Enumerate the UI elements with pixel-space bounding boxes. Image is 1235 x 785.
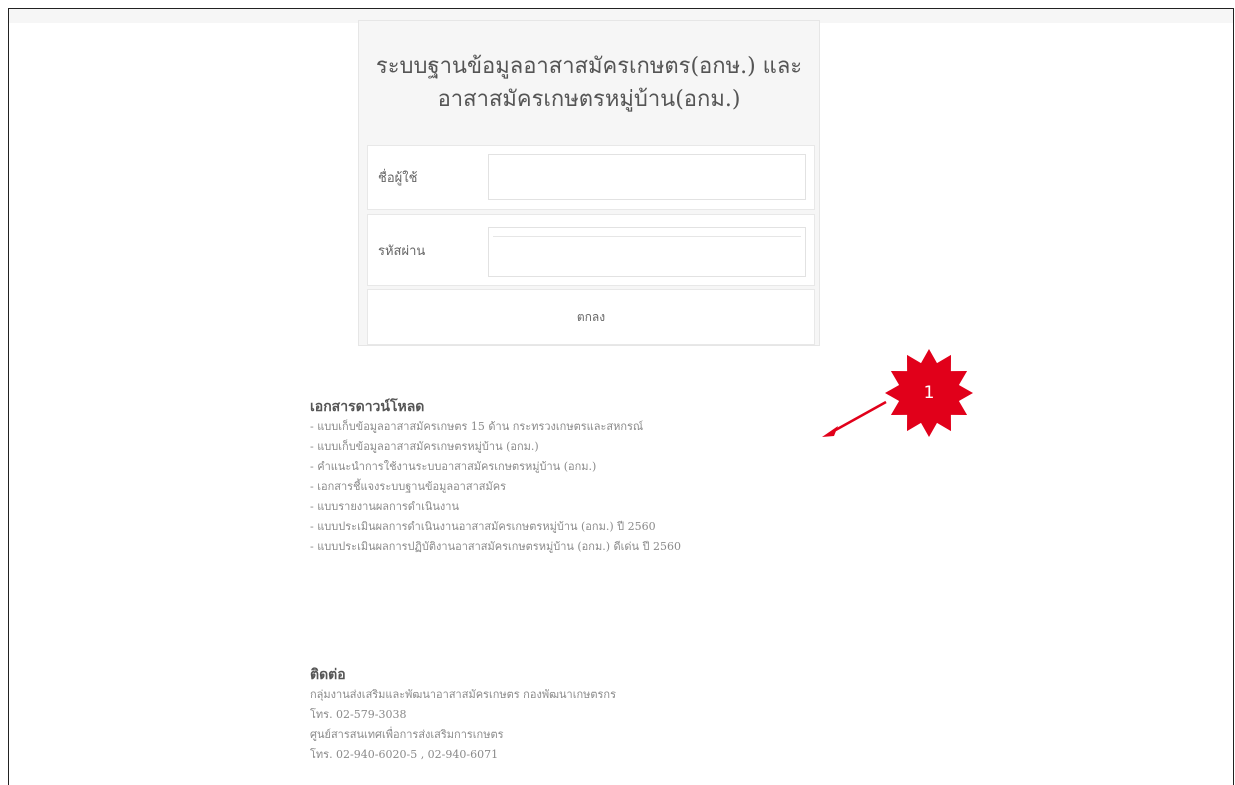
- document-link-5[interactable]: - แบบรายงานผลการดำเนินงาน: [310, 497, 681, 517]
- login-title-line-1: ระบบฐานข้อมูลอาสาสมัครเกษตร(อกษ.) และ: [375, 54, 803, 79]
- contact-line-3: ศูนย์สารสนเทศเพื่อการส่งเสริมการเกษตร: [310, 728, 504, 741]
- password-input[interactable]: [488, 227, 806, 277]
- document-link-7[interactable]: - แบบประเมินผลการปฏิบัติงานอาสาสมัครเกษต…: [310, 537, 681, 557]
- document-link-3[interactable]: - คำแนะนำการใช้งานระบบอาสาสมัครเกษตรหมู่…: [310, 457, 681, 477]
- annotation-badge: 1: [884, 348, 974, 438]
- document-link-1[interactable]: - แบบเก็บข้อมูลอาสาสมัครเกษตร 15 ด้าน กร…: [310, 417, 681, 437]
- username-row: ชื่อผู้ใช้: [367, 145, 815, 210]
- password-inner-divider: [493, 236, 801, 237]
- documents-heading: เอกสารดาวน์โหลด: [310, 399, 425, 415]
- username-label: ชื่อผู้ใช้: [378, 171, 418, 186]
- login-card: ระบบฐานข้อมูลอาสาสมัครเกษตร(อกษ.) และ อา…: [358, 20, 820, 346]
- login-title: ระบบฐานข้อมูลอาสาสมัครเกษตร(อกษ.) และ อา…: [369, 35, 809, 131]
- contact-line-4: โทร. 02-940-6020-5 , 02-940-6071: [310, 748, 499, 761]
- login-title-line-2: อาสาสมัครเกษตรหมู่บ้าน(อกม.): [437, 87, 741, 112]
- username-input[interactable]: [488, 154, 806, 200]
- annotation-arrow-icon: [822, 400, 887, 437]
- document-link-2[interactable]: - แบบเก็บข้อมูลอาสาสมัครเกษตรหมู่บ้าน (อ…: [310, 437, 681, 457]
- submit-button[interactable]: ตกลง: [368, 290, 814, 344]
- contact-heading: ติดต่อ: [310, 667, 346, 683]
- password-label: รหัสผ่าน: [378, 243, 426, 259]
- annotation-number: 1: [923, 383, 935, 403]
- contact-section: ติดต่อ กลุ่มงานส่งเสริมและพัฒนาอาสาสมัคร…: [310, 665, 616, 765]
- contact-line-1: กลุ่มงานส่งเสริมและพัฒนาอาสาสมัครเกษตร ก…: [310, 688, 616, 701]
- contact-line-2: โทร. 02-579-3038: [310, 708, 407, 721]
- password-row: รหัสผ่าน: [367, 214, 815, 286]
- document-link-6[interactable]: - แบบประเมินผลการดำเนินงานอาสาสมัครเกษตร…: [310, 517, 681, 537]
- document-link-4[interactable]: - เอกสารชี้แจงระบบฐานข้อมูลอาสาสมัคร: [310, 477, 681, 497]
- documents-section: เอกสารดาวน์โหลด - แบบเก็บข้อมูลอาสาสมัคร…: [310, 397, 681, 557]
- submit-row: ตกลง: [367, 289, 815, 345]
